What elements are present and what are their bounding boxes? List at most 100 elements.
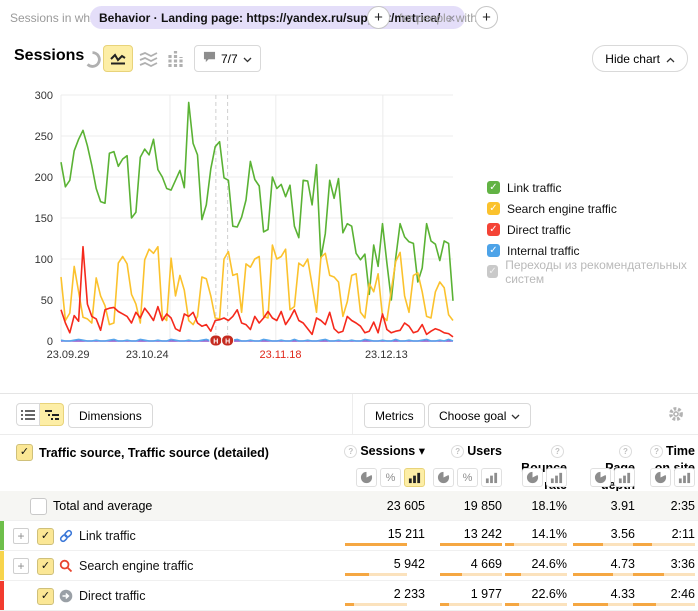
tree-view-icon [45, 409, 59, 421]
table-row-total: Total and average 23 605 19 850 18.1% 3.… [0, 491, 698, 521]
plus-icon: + [17, 529, 24, 543]
cell-users: 1 977 [422, 587, 502, 601]
pie-display-icon[interactable] [650, 468, 671, 487]
bars-display-icon[interactable] [614, 468, 635, 487]
chevron-down-icon [243, 52, 252, 66]
percent-display-icon[interactable]: % [457, 468, 478, 487]
legend-checkbox[interactable]: ✓ [487, 223, 500, 236]
svg-text:23.09.29: 23.09.29 [47, 349, 90, 361]
legend-label: Search engine traffic [507, 202, 617, 216]
legend-item-recommendation-systems: ✓ Переходы из рекомендательных систем [487, 261, 698, 282]
row-label[interactable]: Direct traffic [79, 589, 145, 603]
row-label[interactable]: Search engine traffic [79, 559, 193, 573]
cell-bounce-rate: 14.1% [517, 527, 567, 541]
select-all-checkbox[interactable]: ✓ [16, 444, 33, 461]
cell-sessions: 2 233 [345, 587, 425, 601]
svg-text:H: H [225, 339, 230, 346]
list-view-icon [21, 409, 35, 421]
cell-bar [345, 603, 407, 606]
hide-chart-button[interactable]: Hide chart [592, 45, 688, 72]
expand-row-button[interactable]: + [13, 558, 29, 574]
column-header-users[interactable]: ?Users [442, 443, 502, 460]
legend-item-search-traffic[interactable]: ✓ Search engine traffic [487, 198, 698, 219]
dimensions-button[interactable]: Dimensions [68, 403, 153, 428]
tree-view-button[interactable] [40, 403, 64, 426]
row-checkbox[interactable]: ✓ [37, 588, 54, 605]
bars-display-icon[interactable] [481, 468, 502, 487]
comment-icon [203, 51, 216, 66]
cell-users: 4 669 [422, 557, 502, 571]
legend-label: Internal traffic [507, 244, 579, 258]
pie-display-icon[interactable] [590, 468, 611, 487]
table-row-link-traffic: + ✓ Link traffic 15 211 13 242 14.1% 3.5… [0, 521, 698, 551]
legend-checkbox[interactable]: ✓ [487, 181, 500, 194]
svg-text:H: H [213, 339, 218, 346]
help-icon[interactable]: ? [451, 445, 464, 458]
line-chart-type-icon[interactable] [103, 45, 133, 72]
cell-bar [505, 603, 567, 606]
help-icon[interactable]: ? [551, 445, 564, 458]
cell-sessions: 23 605 [345, 499, 425, 513]
bars-display-icon[interactable] [404, 468, 425, 487]
choose-goal-dropdown[interactable]: Choose goal [428, 403, 531, 428]
row-checkbox[interactable]: ✓ [37, 528, 54, 545]
cell-time-on-site: 3:36 [645, 557, 695, 571]
legend-checkbox: ✓ [487, 265, 498, 278]
cell-bar [573, 603, 635, 606]
add-people-condition-button[interactable]: + [475, 6, 498, 29]
legend-checkbox[interactable]: ✓ [487, 202, 500, 215]
legend-checkbox[interactable]: ✓ [487, 244, 500, 257]
table-header: ✓ Traffic source, Traffic source (detail… [0, 434, 698, 492]
row-checkbox[interactable]: ✓ [37, 558, 54, 575]
pie-display-icon[interactable] [522, 468, 543, 487]
sessions-display-toggles: % [356, 468, 425, 487]
section-divider [0, 393, 698, 394]
cell-time-on-site: 2:35 [645, 499, 695, 513]
column-header-sessions[interactable]: ?Sessions ▾ [339, 443, 425, 460]
add-segment-condition-button[interactable]: + [367, 6, 390, 29]
help-icon[interactable]: ? [619, 445, 632, 458]
percent-display-icon[interactable]: % [380, 468, 401, 487]
cell-page-depth: 4.73 [591, 557, 635, 571]
bars-display-icon[interactable] [546, 468, 567, 487]
expand-row-button[interactable]: + [13, 528, 29, 544]
chart-legend: ✓ Link traffic ✓ Search engine traffic ✓… [487, 177, 698, 282]
metrics-button[interactable]: Metrics [364, 403, 425, 428]
cell-sessions: 5 942 [345, 557, 425, 571]
svg-text:300: 300 [35, 90, 53, 102]
row-checkbox[interactable] [30, 498, 47, 515]
pie-chart-type-icon[interactable] [84, 51, 104, 67]
cell-time-on-site: 2:46 [645, 587, 695, 601]
annotations-dropdown[interactable]: 7/7 [194, 45, 261, 72]
legend-item-direct-traffic[interactable]: ✓ Direct traffic [487, 219, 698, 240]
help-icon[interactable]: ? [344, 445, 357, 458]
pie-display-icon[interactable] [356, 468, 377, 487]
cell-bar [440, 573, 502, 576]
help-icon[interactable]: ? [650, 445, 663, 458]
svg-text:0: 0 [47, 336, 53, 348]
dimension-title[interactable]: Traffic source, Traffic source (detailed… [39, 446, 269, 460]
list-view-button[interactable] [16, 403, 40, 426]
cell-bar [345, 573, 407, 576]
sessions-line-chart[interactable]: 05010015020025030023.09.2923.10.2423.11.… [6, 86, 466, 362]
plus-icon: + [374, 9, 383, 26]
svg-text:23.12.13: 23.12.13 [365, 349, 408, 361]
cell-page-depth: 4.33 [591, 587, 635, 601]
row-color-strip [0, 581, 4, 610]
row-label[interactable]: Link traffic [79, 529, 136, 543]
gear-icon[interactable] [668, 406, 684, 422]
svg-text:23.11.18: 23.11.18 [260, 349, 302, 361]
people-context-label: for people with [399, 11, 477, 25]
legend-item-link-traffic[interactable]: ✓ Link traffic [487, 177, 698, 198]
cell-bar [505, 543, 567, 546]
chevron-down-icon [511, 409, 520, 423]
cell-bar [633, 603, 695, 606]
cell-sessions: 15 211 [345, 527, 425, 541]
pie-display-icon[interactable] [433, 468, 454, 487]
columns-chart-type-icon[interactable] [167, 51, 187, 67]
stacked-chart-type-icon[interactable] [139, 51, 159, 67]
chevron-up-icon [666, 52, 675, 66]
cell-users: 13 242 [422, 527, 502, 541]
cell-users: 19 850 [422, 499, 502, 513]
bars-display-icon[interactable] [674, 468, 695, 487]
